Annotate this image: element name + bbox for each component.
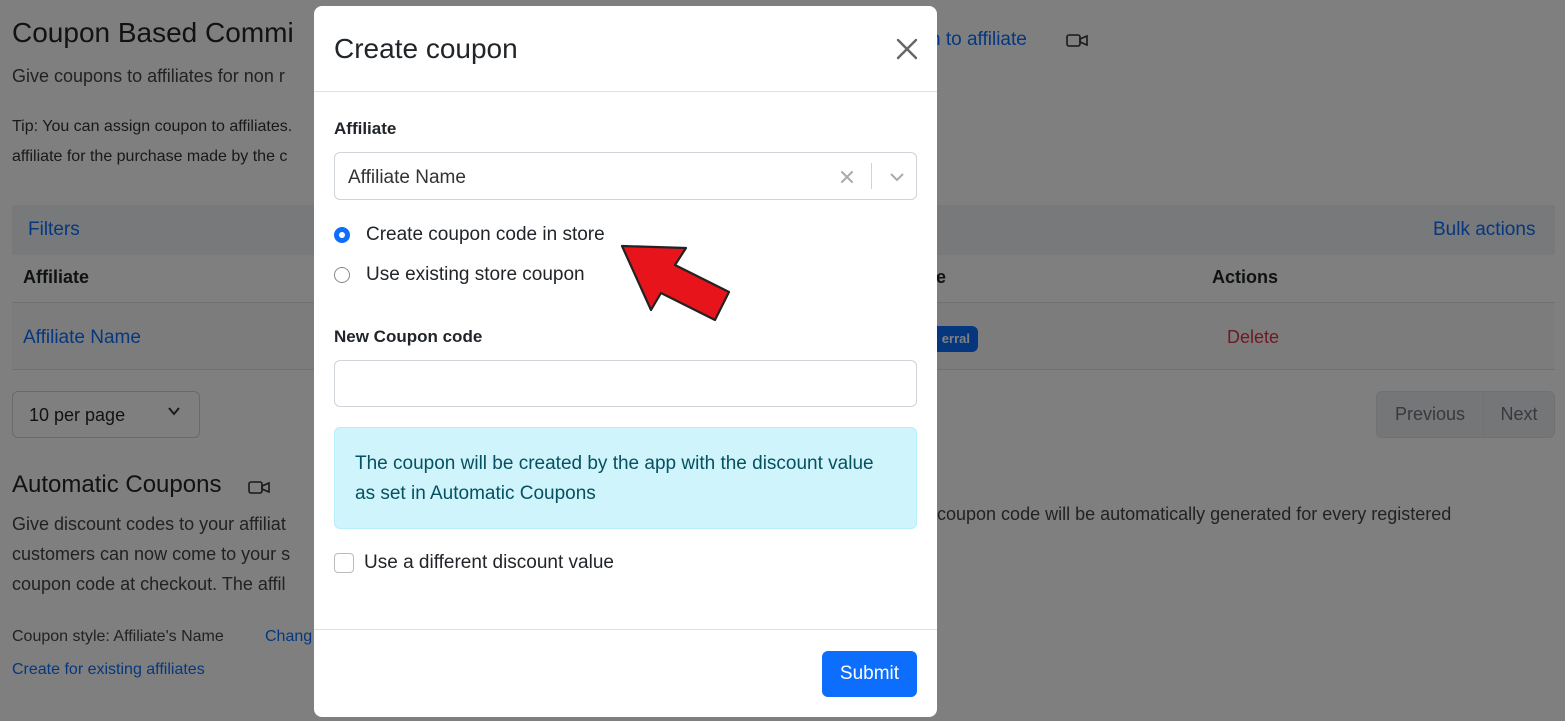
affiliate-select[interactable]: Affiliate Name (334, 152, 917, 200)
radio-create-coupon-label: Create coupon code in store (366, 224, 605, 245)
affiliate-select-value: Affiliate Name (348, 167, 466, 188)
radio-button-checked[interactable] (334, 227, 350, 243)
modal-footer-divider (314, 629, 937, 630)
clear-x-icon[interactable] (835, 165, 859, 189)
radio-button[interactable] (334, 267, 350, 283)
different-discount-label: Use a different discount value (364, 552, 614, 573)
red-arrow-icon (620, 244, 731, 322)
create-coupon-modal: Create coupon Affiliate Affiliate Name C… (314, 6, 937, 717)
info-alert: The coupon will be created by the app wi… (334, 427, 917, 529)
coupon-code-label: New Coupon code (334, 327, 483, 346)
checkbox[interactable] (334, 553, 354, 573)
close-icon[interactable] (894, 36, 920, 62)
different-discount-checkbox[interactable]: Use a different discount value (334, 552, 614, 574)
radio-existing-coupon[interactable]: Use existing store coupon (334, 264, 585, 286)
modal-title: Create coupon (334, 33, 518, 64)
submit-button[interactable]: Submit (822, 651, 917, 697)
radio-existing-coupon-label: Use existing store coupon (366, 264, 585, 285)
chevron-down-icon[interactable] (885, 165, 909, 189)
select-separator (871, 163, 872, 189)
coupon-code-input[interactable] (334, 360, 917, 407)
modal-header: Create coupon (314, 6, 937, 92)
affiliate-label: Affiliate (334, 119, 397, 138)
radio-create-coupon[interactable]: Create coupon code in store (334, 224, 605, 246)
